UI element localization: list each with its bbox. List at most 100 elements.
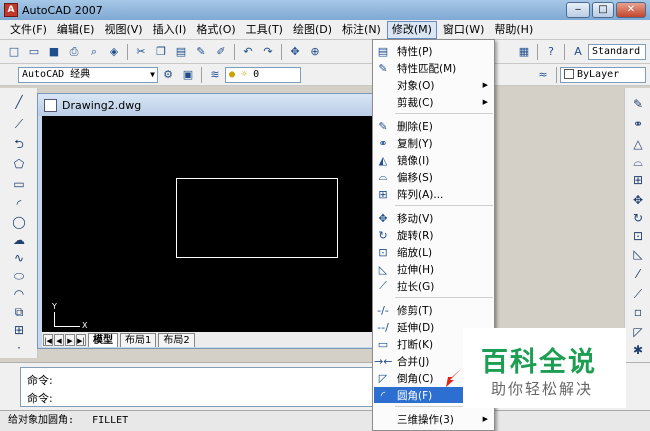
copy-clip-icon[interactable]: ❐: [153, 44, 169, 60]
save-icon[interactable]: ■: [46, 44, 62, 60]
mirror-tool-icon[interactable]: △: [630, 136, 646, 152]
break-tool-icon[interactable]: ▫: [630, 304, 646, 320]
menu-trim[interactable]: -/- 修剪(T): [374, 302, 494, 318]
menu-properties[interactable]: ▤ 特性(P): [374, 43, 494, 59]
stretch-icon: ◺: [378, 262, 388, 276]
move-tool-icon[interactable]: ✥: [630, 192, 646, 208]
menu-edit[interactable]: 编辑(E): [53, 21, 99, 39]
chamfer-tool-icon[interactable]: ◸: [630, 324, 646, 340]
redo-icon[interactable]: ↷: [260, 44, 276, 60]
menu-3d-operations[interactable]: 三维操作(3) ▶: [374, 411, 494, 427]
text-style-combo[interactable]: Standard: [588, 43, 646, 60]
menu-insert[interactable]: 插入(I): [149, 21, 191, 39]
workspace-save-icon[interactable]: ▣: [180, 67, 196, 83]
copy-tool-icon[interactable]: ⚭: [630, 116, 646, 132]
menu-dimension[interactable]: 标注(N): [338, 21, 385, 39]
layer-manager-icon[interactable]: ≋: [207, 67, 223, 83]
rectangle-icon[interactable]: ▭: [11, 176, 27, 192]
trim-tool-icon[interactable]: ⁄: [630, 266, 646, 282]
workspace-settings-icon[interactable]: ⚙: [160, 67, 176, 83]
minimize-button[interactable]: ‒: [566, 2, 590, 18]
make-block-icon[interactable]: ⊞: [11, 322, 27, 338]
drawn-rectangle[interactable]: [176, 178, 338, 258]
block-editor-icon[interactable]: ✐: [213, 44, 229, 60]
polyline-icon[interactable]: ⮌: [11, 136, 27, 152]
menu-erase[interactable]: ✎ 删除(E): [374, 118, 494, 134]
zoom-icon[interactable]: ⊕: [307, 44, 323, 60]
insert-block-icon[interactable]: ⧉: [11, 304, 27, 320]
menu-rotate[interactable]: ↻ 旋转(R): [374, 227, 494, 243]
match-prop-icon[interactable]: ✎: [193, 44, 209, 60]
menu-modify[interactable]: 修改(M): [386, 20, 437, 39]
pan-icon[interactable]: ✥: [287, 44, 303, 60]
toolbar-separator: [556, 66, 557, 83]
menu-draw[interactable]: 绘图(D): [289, 21, 336, 39]
menu-clip[interactable]: 剪裁(C) ▶: [374, 94, 494, 110]
menu-view[interactable]: 视图(V): [100, 21, 146, 39]
calculator-icon[interactable]: ▦: [516, 44, 532, 60]
menu-mirror[interactable]: ◭ 镜像(I): [374, 152, 494, 168]
circle-icon[interactable]: ◯: [11, 214, 27, 230]
menu-file[interactable]: 文件(F): [6, 21, 51, 39]
maximize-button[interactable]: □: [592, 2, 614, 18]
scale-tool-icon[interactable]: ⊡: [630, 228, 646, 244]
revision-cloud-icon[interactable]: ☁: [11, 232, 27, 248]
point-icon[interactable]: ·: [11, 340, 27, 356]
prev-tab-icon[interactable]: ◀: [54, 333, 64, 346]
arc-icon[interactable]: ◜: [11, 196, 27, 212]
next-tab-icon[interactable]: ▶: [65, 333, 75, 346]
publish-icon[interactable]: ◈: [106, 44, 122, 60]
plot-icon[interactable]: ⎙: [66, 44, 82, 60]
array-tool-icon[interactable]: ⊞: [630, 172, 646, 188]
layer-combo[interactable]: ● ☼ 0: [225, 66, 301, 83]
stretch-tool-icon[interactable]: ◺: [630, 246, 646, 262]
menu-window[interactable]: 窗口(W): [439, 21, 488, 39]
workspace-combo[interactable]: AutoCAD 经典 ▼: [18, 66, 158, 83]
close-button[interactable]: ✕: [616, 2, 646, 18]
rotate-tool-icon[interactable]: ↻: [630, 210, 646, 226]
autocad-app-icon[interactable]: A: [4, 3, 18, 17]
last-tab-icon[interactable]: ▶|: [76, 333, 86, 346]
menu-match-properties[interactable]: ✎ 特性匹配(M): [374, 60, 494, 76]
menu-copy[interactable]: ⚭ 复制(Y): [374, 135, 494, 151]
new-file-icon[interactable]: □: [6, 44, 22, 60]
menu-offset[interactable]: ⌓ 偏移(S): [374, 169, 494, 185]
ellipse-icon[interactable]: ⬭: [11, 268, 27, 284]
status-command: FILLET: [92, 415, 129, 426]
paste-icon[interactable]: ▤: [173, 44, 189, 60]
line-icon[interactable]: ╱: [11, 94, 27, 110]
cut-icon[interactable]: ✂: [133, 44, 149, 60]
erase-tool-icon[interactable]: ✎: [630, 96, 646, 112]
help-icon[interactable]: ?: [543, 44, 559, 60]
menu-lengthen[interactable]: ⟋ 拉长(G): [374, 278, 494, 294]
offset-tool-icon[interactable]: ⌓: [630, 154, 646, 170]
polygon-icon[interactable]: ⬠: [11, 156, 27, 172]
menu-scale[interactable]: ⊡ 缩放(L): [374, 244, 494, 260]
first-tab-icon[interactable]: |◀: [43, 333, 53, 346]
tab-layout1[interactable]: 布局1: [120, 332, 157, 347]
properties-icon: ▤: [377, 44, 389, 58]
menu-object[interactable]: 对象(O) ▶: [374, 77, 494, 93]
ucs-y-label: Y: [52, 302, 57, 311]
tab-model[interactable]: 模型: [88, 332, 118, 347]
menu-tools[interactable]: 工具(T): [242, 21, 287, 39]
erase-icon: ✎: [378, 119, 388, 133]
explode-tool-icon[interactable]: ✱: [630, 342, 646, 358]
spline-icon[interactable]: ∿: [11, 250, 27, 266]
color-combo[interactable]: ByLayer: [560, 66, 646, 83]
undo-icon[interactable]: ↶: [240, 44, 256, 60]
menu-move[interactable]: ✥ 移动(V): [374, 210, 494, 226]
menu-stretch[interactable]: ◺ 拉伸(H): [374, 261, 494, 277]
menu-help[interactable]: 帮助(H): [490, 21, 537, 39]
open-file-icon[interactable]: ▭: [26, 44, 42, 60]
tab-layout2[interactable]: 布局2: [158, 332, 195, 347]
construction-line-icon[interactable]: ⟋: [11, 116, 27, 132]
command-input-line[interactable]: 命令:: [27, 390, 53, 406]
layer-previous-icon[interactable]: ≈: [535, 67, 551, 83]
toolbar-separator: [127, 43, 128, 60]
menu-format[interactable]: 格式(O): [192, 21, 239, 39]
plot-preview-icon[interactable]: ⌕: [86, 44, 102, 60]
menu-array[interactable]: ⊞ 阵列(A)...: [374, 186, 494, 202]
ellipse-arc-icon[interactable]: ◠: [11, 286, 27, 302]
extend-tool-icon[interactable]: ⟋: [630, 286, 646, 302]
